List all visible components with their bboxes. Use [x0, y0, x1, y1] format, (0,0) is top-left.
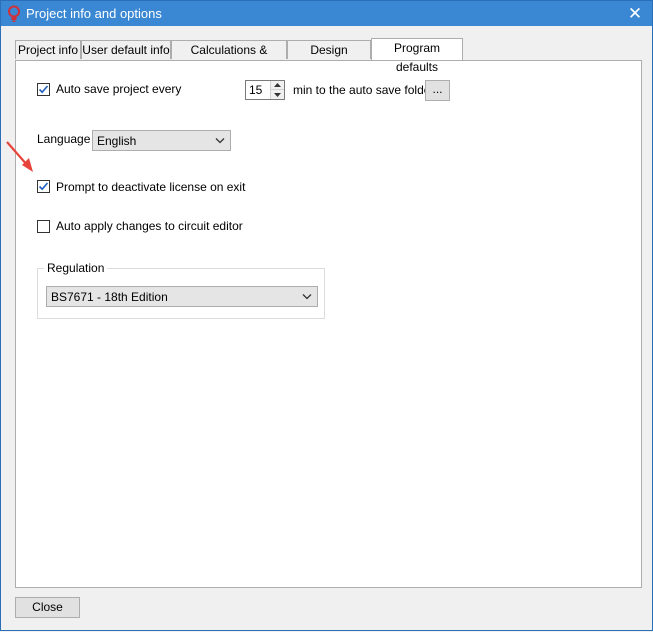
tab-program-defaults[interactable]: Program defaults [371, 38, 463, 74]
close-button[interactable]: Close [15, 597, 80, 618]
dialog-window: Project info and options ✕ Project info … [0, 0, 653, 631]
annotation-arrow-icon [6, 141, 33, 172]
